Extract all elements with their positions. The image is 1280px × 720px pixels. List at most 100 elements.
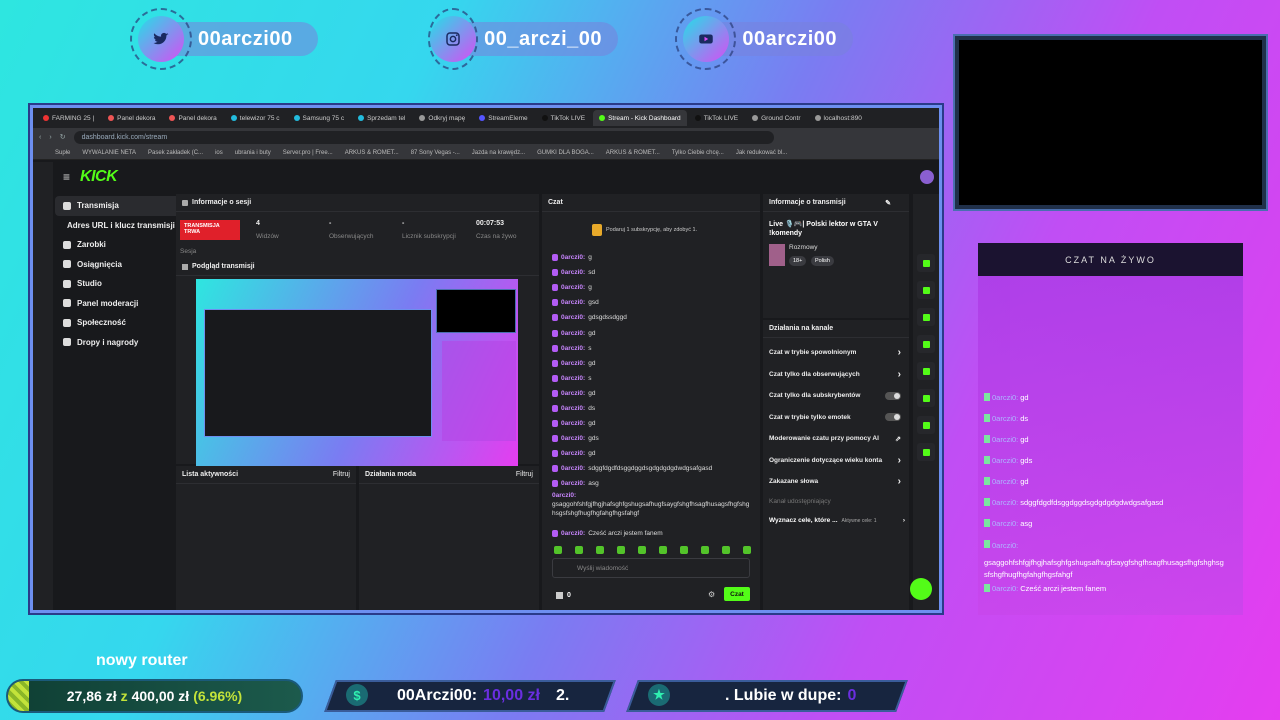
emote-icon[interactable] xyxy=(701,546,709,554)
stream-info-panel: Informacje o transmisji ✎ Live 🎙️🎮| Polsk… xyxy=(763,194,909,318)
browser-sidebar xyxy=(33,162,53,610)
points-counter[interactable]: 0 xyxy=(556,592,571,599)
tool-icon[interactable] xyxy=(917,389,935,407)
browser-tab[interactable]: FARMING 25 | xyxy=(37,110,100,126)
chat-message: 0arczi0: s xyxy=(542,371,760,386)
chat-title: Czat xyxy=(548,199,563,206)
chat-send-button[interactable]: Czat xyxy=(724,587,750,601)
stream-preview[interactable] xyxy=(196,279,518,466)
activity-filter-button[interactable]: Filtruj xyxy=(333,471,350,478)
bookmark-item[interactable]: Pasek zakładek (C... xyxy=(148,150,203,156)
browser-tab[interactable]: Panel dekora xyxy=(163,110,222,126)
channel-action-2[interactable]: Czat tylko dla subskrybentów xyxy=(763,385,909,407)
follow-count: 0 xyxy=(847,687,857,704)
live-chat-message: 0arczi0: gds xyxy=(978,456,1243,477)
bookmark-item[interactable]: GUMKI DLA BOGA... xyxy=(537,150,594,156)
stat-subs: - Licznik subskrypcji xyxy=(402,220,456,240)
bookmark-item[interactable]: Supłe xyxy=(55,150,70,156)
tool-icon[interactable] xyxy=(917,443,935,461)
goal-row[interactable]: Wyznacz cele, które ... Aktywne cele: 1 … xyxy=(769,517,905,524)
modactions-panel: Działania moda Filtruj xyxy=(359,466,539,610)
bookmark-item[interactable]: ubrania i buty xyxy=(235,150,271,156)
channel-action-0[interactable]: Czat w trybie spowolnionym › xyxy=(763,342,909,364)
bookmark-item[interactable]: Tylko Ciebie chcę... xyxy=(672,150,724,156)
live-chat-message: 0arczi0: gd xyxy=(978,435,1243,456)
points-icon xyxy=(556,592,563,599)
goal-sep: z xyxy=(120,688,128,704)
browser-tab[interactable]: TikTok LIVE xyxy=(689,110,744,126)
emote-icon[interactable] xyxy=(743,546,751,554)
nav-icon xyxy=(63,201,71,210)
modactions-filter-button[interactable]: Filtruj xyxy=(516,471,533,478)
browser-tab[interactable]: Stream - Kick Dashboard xyxy=(593,110,687,126)
back-icon[interactable]: ‹ xyxy=(39,134,41,141)
nav-icon xyxy=(63,260,71,269)
bookmark-item[interactable]: ARKUS & ROMET... xyxy=(606,150,660,156)
preview-icon xyxy=(182,263,188,270)
toggle-switch[interactable] xyxy=(885,391,901,400)
emote-icon[interactable] xyxy=(638,546,646,554)
bookmark-item[interactable]: Server.pro | Free... xyxy=(283,150,333,156)
chat-input[interactable]: Wyślij wiadomość xyxy=(552,558,750,578)
channel-action-3[interactable]: Czat w trybie tylko emotek xyxy=(763,407,909,429)
category-thumb xyxy=(769,244,785,266)
live-chat-header: CZAT NA ŻYWO xyxy=(978,243,1243,276)
stream-info-title: Informacje o transmisji xyxy=(769,199,846,206)
browser-tab[interactable]: telewizor 75 c xyxy=(225,110,286,126)
support-icon[interactable] xyxy=(910,578,932,600)
browser-tab[interactable]: Ground Contr xyxy=(746,110,806,126)
reload-icon[interactable]: ↻ xyxy=(60,133,66,141)
tool-icon[interactable] xyxy=(917,308,935,326)
channel-action-1[interactable]: Czat tylko dla obserwujących › xyxy=(763,364,909,386)
category-name[interactable]: Rozmowy xyxy=(789,244,818,251)
browser-tab[interactable]: Sprzedam tel xyxy=(352,110,411,126)
star-icon: ★ xyxy=(648,684,670,706)
avatar[interactable] xyxy=(920,170,934,184)
bookmark-item[interactable]: ARKUS & ROMET... xyxy=(345,150,399,156)
emote-icon[interactable] xyxy=(554,546,562,554)
channel-action-4[interactable]: Moderowanie czatu przy pomocy AI ⇗ xyxy=(763,428,909,450)
emote-icon[interactable] xyxy=(596,546,604,554)
emote-icon[interactable] xyxy=(659,546,667,554)
tool-icon[interactable] xyxy=(917,254,935,272)
twitter-handle: 00arczi00 xyxy=(198,27,293,50)
url-field[interactable]: dashboard.kick.com/stream xyxy=(73,130,774,144)
emote-icon[interactable] xyxy=(680,546,688,554)
browser-tab[interactable]: Odkryj mapę xyxy=(413,110,471,126)
bookmark-item[interactable]: Jak redukować bl... xyxy=(736,150,787,156)
settings-icon[interactable]: ⚙ xyxy=(708,590,715,599)
chevron-right-icon: › xyxy=(897,454,901,466)
chat-message: 0arczi0: g xyxy=(542,250,760,265)
session-title: Informacje o sesji xyxy=(192,199,252,206)
tool-rail xyxy=(913,194,939,610)
tool-icon[interactable] xyxy=(917,335,935,353)
info-icon xyxy=(182,199,188,206)
nav-icon xyxy=(63,240,71,249)
edit-icon[interactable]: ✎ xyxy=(885,199,891,207)
tool-icon[interactable] xyxy=(917,416,935,434)
browser-tab[interactable]: localhost:890 xyxy=(809,110,868,126)
browser-tab[interactable]: Samsung 75 c xyxy=(288,110,351,126)
browser-tab[interactable]: StreamEleme xyxy=(473,110,533,126)
toggle-switch[interactable] xyxy=(885,413,901,422)
bookmark-item[interactable]: ios xyxy=(215,150,223,156)
emote-icon[interactable] xyxy=(617,546,625,554)
bookmark-item[interactable]: 87 Sony Vegas -... xyxy=(411,150,460,156)
bookmark-item[interactable]: WYWALANIE NETA xyxy=(82,150,136,156)
browser-tab[interactable]: Panel dekora xyxy=(102,110,161,126)
goal-status: Aktywne cele: 1 xyxy=(841,517,877,524)
tool-icon[interactable] xyxy=(917,281,935,299)
emote-icon[interactable] xyxy=(575,546,583,554)
forward-icon[interactable]: › xyxy=(49,134,51,141)
channel-actions-panel: Działania na kanale Czat w trybie spowol… xyxy=(763,320,909,610)
channel-action-6[interactable]: Zakazane słowa › xyxy=(763,471,909,493)
chat-message: 0arczi0: gds xyxy=(542,431,760,446)
browser-tab[interactable]: TikTok LIVE xyxy=(536,110,591,126)
menu-icon[interactable]: ≡ xyxy=(63,170,70,184)
browser-window: FARMING 25 | Panel dekora Panel dekora tele… xyxy=(30,105,942,613)
bookmark-item[interactable]: Jazda na krawędz... xyxy=(472,150,525,156)
channel-action-5[interactable]: Ograniczenie dotyczące wieku konta › xyxy=(763,450,909,472)
emote-icon[interactable] xyxy=(722,546,730,554)
tool-icon[interactable] xyxy=(917,362,935,380)
activity-panel: Lista aktywności Filtruj xyxy=(176,466,356,610)
